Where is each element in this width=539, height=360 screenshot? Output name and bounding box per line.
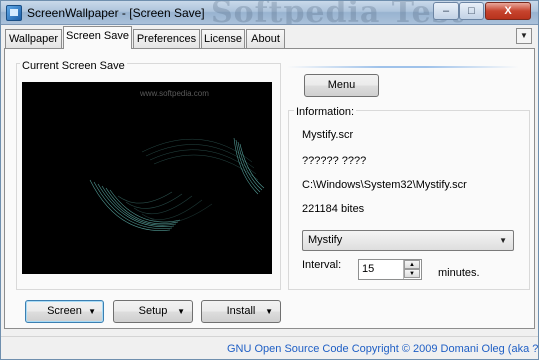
info-size: 221184 bites <box>302 203 365 215</box>
screen-button[interactable]: Screen ▼ <box>25 300 104 323</box>
stepper-down-icon[interactable]: ▼ <box>404 269 420 278</box>
tab-dropdown-icon[interactable]: ▼ <box>516 28 532 44</box>
info-path: C:\Windows\System32\Mystify.scr <box>302 179 467 191</box>
stepper-up-icon[interactable]: ▲ <box>404 260 420 269</box>
setup-button[interactable]: Setup ▼ <box>113 300 193 323</box>
info-file-name: Mystify.scr <box>302 129 354 141</box>
tab-wallpaper[interactable]: Wallpaper <box>5 29 62 49</box>
tab-bar: Wallpaper Screen Save Preferences Licens… <box>1 26 538 49</box>
tab-about[interactable]: About <box>246 29 285 49</box>
maximize-button[interactable]: □ <box>459 2 484 20</box>
interval-unit-label: minutes. <box>438 267 480 279</box>
copyright-link[interactable]: GNU Open Source Code Copyright © 2009 Do… <box>227 343 538 355</box>
menu-separator <box>287 66 519 68</box>
chevron-down-icon: ▼ <box>499 236 507 245</box>
interval-label: Interval: <box>302 259 342 271</box>
screensaver-preview: www.softpedia.com <box>22 82 272 274</box>
interval-stepper[interactable]: ▲ ▼ <box>403 260 420 279</box>
tab-preferences[interactable]: Preferences <box>133 29 200 49</box>
minimize-button[interactable]: – <box>433 2 459 20</box>
preview-label: Current Screen Save <box>20 60 127 72</box>
chevron-down-icon: ▼ <box>265 307 273 316</box>
status-bar: GNU Open Source Code Copyright © 2009 Do… <box>1 336 538 359</box>
info-description: ?????? ???? <box>302 155 367 167</box>
screen-save-panel: Current Screen Save www.softpedia.com Me… <box>4 48 535 329</box>
menu-button[interactable]: Menu <box>304 74 379 97</box>
install-button[interactable]: Install ▼ <box>201 300 281 323</box>
tab-screen-save[interactable]: Screen Save <box>63 26 132 49</box>
mystify-lines <box>89 137 265 231</box>
app-icon[interactable] <box>6 5 22 21</box>
screen-button-label: Screen <box>47 305 82 317</box>
chevron-down-icon: ▼ <box>177 307 185 316</box>
window-title: ScreenWallpaper - [Screen Save] <box>27 6 205 20</box>
information-label: Information: <box>294 106 357 118</box>
title-bar[interactable]: Softpedia Test ScreenWallpaper - [Screen… <box>1 1 538 25</box>
watermark-text: Softpedia Test <box>211 1 465 25</box>
tab-license[interactable]: License <box>201 29 245 49</box>
app-window: Softpedia Test ScreenWallpaper - [Screen… <box>0 0 539 360</box>
chevron-down-icon: ▼ <box>88 307 96 316</box>
screensaver-select-value: Mystify <box>308 234 343 246</box>
screensaver-select[interactable]: Mystify ▼ <box>302 230 514 251</box>
close-button[interactable]: X <box>485 2 531 20</box>
preview-watermark: www.softpedia.com <box>139 89 209 98</box>
install-button-label: Install <box>226 305 256 317</box>
setup-button-label: Setup <box>138 305 168 317</box>
mystify-image: www.softpedia.com <box>89 89 265 231</box>
